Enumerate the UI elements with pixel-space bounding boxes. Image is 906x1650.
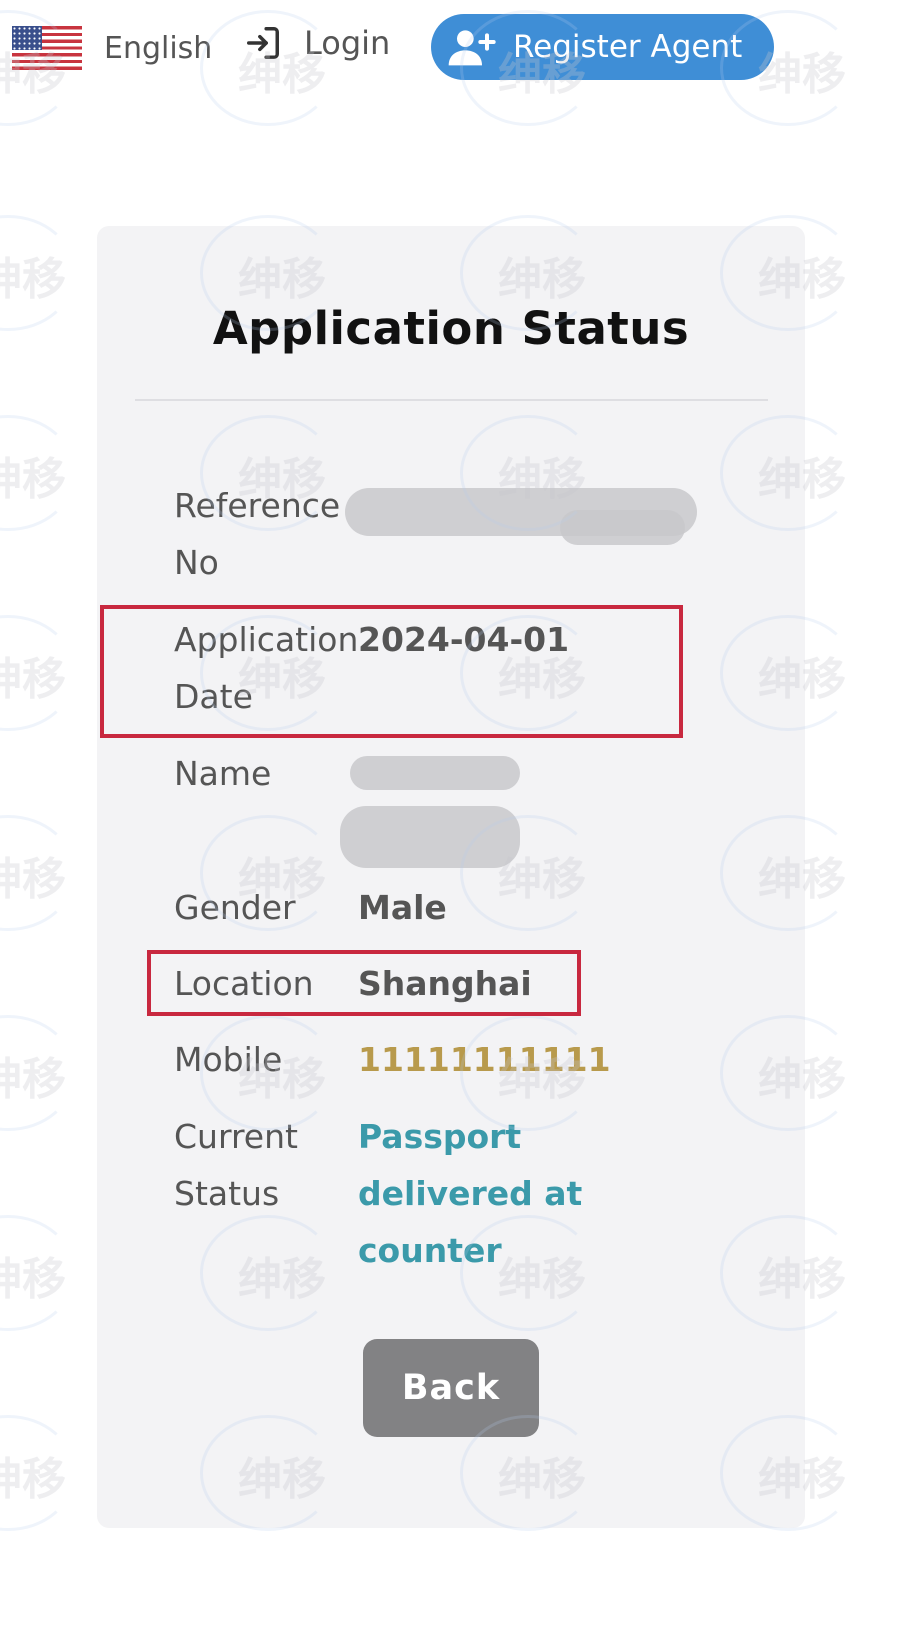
top-bar: English Login Register Agent — [0, 0, 906, 100]
gender-value: Male — [358, 888, 447, 927]
watermark-stamp: 绅移 — [0, 1015, 100, 1131]
login-label: Login — [304, 24, 391, 62]
application-status-card — [97, 226, 805, 1528]
application-date-value: 2024-04-01 — [358, 620, 570, 659]
title-divider — [135, 399, 768, 401]
login-arrow-icon — [247, 27, 279, 59]
login-link[interactable]: Login — [244, 24, 390, 62]
language-label: English — [104, 30, 213, 66]
reference-no-redaction-tail — [560, 510, 685, 545]
name-label: Name — [174, 754, 272, 793]
watermark-stamp: 绅移 — [0, 215, 100, 331]
mobile-value: 11111111111 — [358, 1040, 611, 1079]
us-flag-icon — [12, 26, 82, 70]
name-redaction-line1 — [350, 756, 520, 790]
back-button[interactable]: Back — [363, 1339, 539, 1437]
location-value: Shanghai — [358, 964, 532, 1003]
user-plus-icon — [448, 30, 496, 66]
current-status-label: Current Status — [174, 1117, 298, 1213]
watermark-stamp: 绅移 — [0, 415, 100, 531]
language-selector[interactable]: English — [12, 26, 212, 70]
register-agent-label: Register Agent — [513, 29, 743, 65]
watermark-stamp: 绅移 — [0, 815, 100, 931]
page: English Login Register Agent Application… — [0, 0, 906, 1650]
watermark-stamp: 绅移 — [0, 1415, 100, 1531]
page-title: Application Status — [212, 302, 690, 355]
watermark-stamp: 绅移 — [0, 615, 100, 731]
application-date-label: Application Date — [174, 620, 359, 716]
location-label: Location — [174, 964, 314, 1003]
name-redaction-line2 — [340, 806, 520, 868]
watermark-stamp: 绅移 — [0, 1215, 100, 1331]
register-agent-button[interactable]: Register Agent — [431, 14, 774, 80]
mobile-label: Mobile — [174, 1040, 283, 1079]
reference-no-label: Reference No — [174, 486, 341, 582]
gender-label: Gender — [174, 888, 296, 927]
current-status-value: Passport delivered at counter — [358, 1117, 583, 1270]
